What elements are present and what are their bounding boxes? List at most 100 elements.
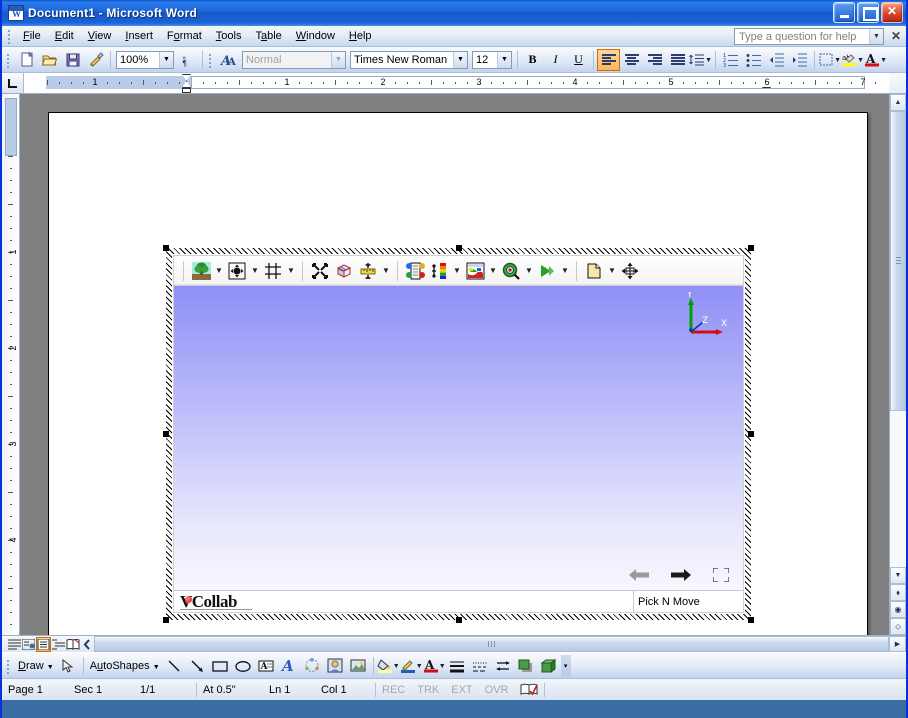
new-document-button[interactable] — [15, 49, 38, 71]
style-combo[interactable]: Normal ▼ — [242, 50, 346, 69]
menu-tools[interactable]: Tools — [209, 28, 249, 44]
select-objects-button[interactable] — [57, 655, 80, 677]
vertical-scroll-track[interactable] — [890, 111, 906, 567]
italic-button[interactable]: I — [544, 49, 567, 71]
wordart-button[interactable]: A — [278, 655, 301, 677]
styles-and-formatting-button[interactable]: AA — [217, 49, 240, 71]
web-layout-view-button[interactable] — [22, 637, 35, 652]
chevron-down-icon[interactable]: ▼ — [451, 266, 463, 275]
menu-file[interactable]: File — [16, 28, 48, 44]
resize-handle-s[interactable] — [455, 617, 462, 623]
standard-toolbar-grip[interactable] — [4, 52, 12, 68]
close-button[interactable] — [881, 2, 903, 23]
status-ext[interactable]: EXT — [445, 684, 478, 696]
font-size-dropdown-icon[interactable]: ▼ — [497, 51, 511, 68]
format-painter-button[interactable] — [84, 49, 107, 71]
menu-insert[interactable]: Insert — [118, 28, 160, 44]
nav-forward-button[interactable] — [671, 568, 691, 582]
resize-handle-e[interactable] — [748, 431, 754, 437]
embedded-object-selection[interactable]: ▼ ▼ ▼ ▼ ▼ ▼ ▼ ▼ ▼ Y X Z VCollab Pick N M… — [163, 245, 754, 623]
measure-button[interactable] — [356, 259, 380, 283]
line-color-button[interactable]: ▼ — [400, 655, 423, 677]
spelling-grammar-icon[interactable] — [514, 683, 544, 697]
chevron-down-icon[interactable]: ▼ — [857, 56, 864, 64]
drawing-toolbar-overflow-button[interactable]: ▾ — [560, 654, 571, 677]
chevron-down-icon[interactable]: ▼ — [393, 662, 400, 670]
show-formatting-marks-button[interactable]: » ¶ — [176, 49, 199, 71]
three-d-style-button[interactable] — [538, 655, 561, 677]
zoom-dropdown-icon[interactable]: ▼ — [159, 51, 173, 68]
chevron-down-icon[interactable]: ▼ — [416, 662, 423, 670]
document-canvas[interactable]: ▼ ▼ ▼ ▼ ▼ ▼ ▼ ▼ ▼ Y X Z VCollab Pick N M… — [20, 94, 889, 635]
help-search-box[interactable]: Type a question for help ▼ — [734, 28, 884, 45]
scroll-up-button[interactable]: ▲ — [890, 94, 906, 111]
fill-color-button[interactable]: ▼ — [377, 655, 400, 677]
menu-window[interactable]: Window — [289, 28, 342, 44]
scroll-down-button[interactable]: ▼ — [890, 567, 906, 584]
highlight-button[interactable]: ab ▼ — [841, 49, 864, 71]
vertical-scroll-thumb[interactable] — [890, 111, 906, 411]
animate-button[interactable] — [535, 259, 559, 283]
horizontal-scroll-thumb[interactable] — [94, 636, 889, 652]
style-dropdown-icon[interactable]: ▼ — [331, 51, 345, 68]
bold-button[interactable]: B — [521, 49, 544, 71]
menu-view[interactable]: View — [81, 28, 119, 44]
grid-button[interactable] — [261, 259, 285, 283]
status-rec[interactable]: REC — [376, 684, 411, 696]
minimize-button[interactable] — [833, 2, 855, 23]
font-name-combo[interactable]: Times New Roman ▼ — [350, 50, 468, 69]
fit-view-button[interactable] — [225, 259, 249, 283]
drawing-toolbar-grip[interactable] — [4, 658, 12, 674]
menu-grip-handle[interactable] — [5, 28, 13, 44]
resize-handle-sw[interactable] — [163, 617, 169, 623]
clip-art-button[interactable] — [324, 655, 347, 677]
chevron-down-icon[interactable]: ▼ — [380, 266, 392, 275]
resize-handle-se[interactable] — [748, 617, 754, 623]
formatting-toolbar-grip[interactable] — [206, 52, 214, 68]
chevron-down-icon[interactable]: ▼ — [606, 266, 618, 275]
contour-plot-button[interactable] — [463, 259, 487, 283]
chevron-down-icon[interactable]: ▼ — [213, 266, 225, 275]
horizontal-scrollbar[interactable]: ▶ — [94, 636, 906, 652]
diagram-button[interactable] — [301, 655, 324, 677]
model-color-button[interactable] — [403, 259, 427, 283]
fullscreen-button[interactable] — [713, 568, 729, 582]
select-browse-object-button[interactable]: ◉ — [890, 601, 906, 618]
oval-button[interactable] — [232, 655, 255, 677]
arrow-button[interactable] — [186, 655, 209, 677]
probe-button[interactable] — [499, 259, 523, 283]
vcollab-3d-scene[interactable]: Y X Z — [174, 286, 743, 590]
scroll-right-button[interactable]: ▶ — [889, 636, 906, 652]
next-page-button[interactable]: ⬦ — [890, 618, 906, 635]
color-bar-button[interactable] — [427, 259, 451, 283]
decrease-indent-button[interactable] — [765, 49, 788, 71]
bullets-button[interactable] — [742, 49, 765, 71]
menu-help[interactable]: Help — [342, 28, 379, 44]
numbering-button[interactable]: 123 — [719, 49, 742, 71]
chevron-down-icon[interactable]: ▼ — [487, 266, 499, 275]
resize-handle-n[interactable] — [455, 245, 462, 251]
align-left-button[interactable] — [597, 48, 620, 71]
dash-style-button[interactable] — [469, 655, 492, 677]
chevron-down-icon[interactable]: ▼ — [285, 266, 297, 275]
previous-page-button[interactable]: ⬧ — [890, 584, 906, 601]
maximize-button[interactable] — [857, 2, 879, 23]
chevron-down-icon[interactable]: ▼ — [880, 56, 887, 64]
normal-view-button[interactable] — [8, 637, 21, 652]
line-spacing-button[interactable]: ▼ — [689, 49, 712, 71]
font-size-combo[interactable]: 12 ▼ — [472, 50, 512, 69]
horizontal-ruler[interactable]: 1 1 2 3 4 5 6 7 — [24, 73, 889, 93]
font-color-button[interactable]: A ▼ — [423, 655, 446, 677]
font-dropdown-icon[interactable]: ▼ — [453, 51, 467, 68]
align-center-button[interactable] — [620, 49, 643, 71]
autoshapes-menu-button[interactable]: AutoShapes ▼ — [87, 660, 163, 672]
scene-background-button[interactable] — [189, 259, 213, 283]
align-right-button[interactable] — [643, 49, 666, 71]
picture-button[interactable] — [347, 655, 370, 677]
increase-indent-button[interactable] — [788, 49, 811, 71]
vertical-scrollbar[interactable]: ▲ ▼ ⬧ ◉ ⬦ — [889, 94, 906, 635]
resize-handle-w[interactable] — [163, 431, 169, 437]
underline-button[interactable]: U — [567, 49, 590, 71]
line-style-button[interactable] — [446, 655, 469, 677]
draw-menu-button[interactable]: Draw ▼ — [15, 660, 57, 672]
